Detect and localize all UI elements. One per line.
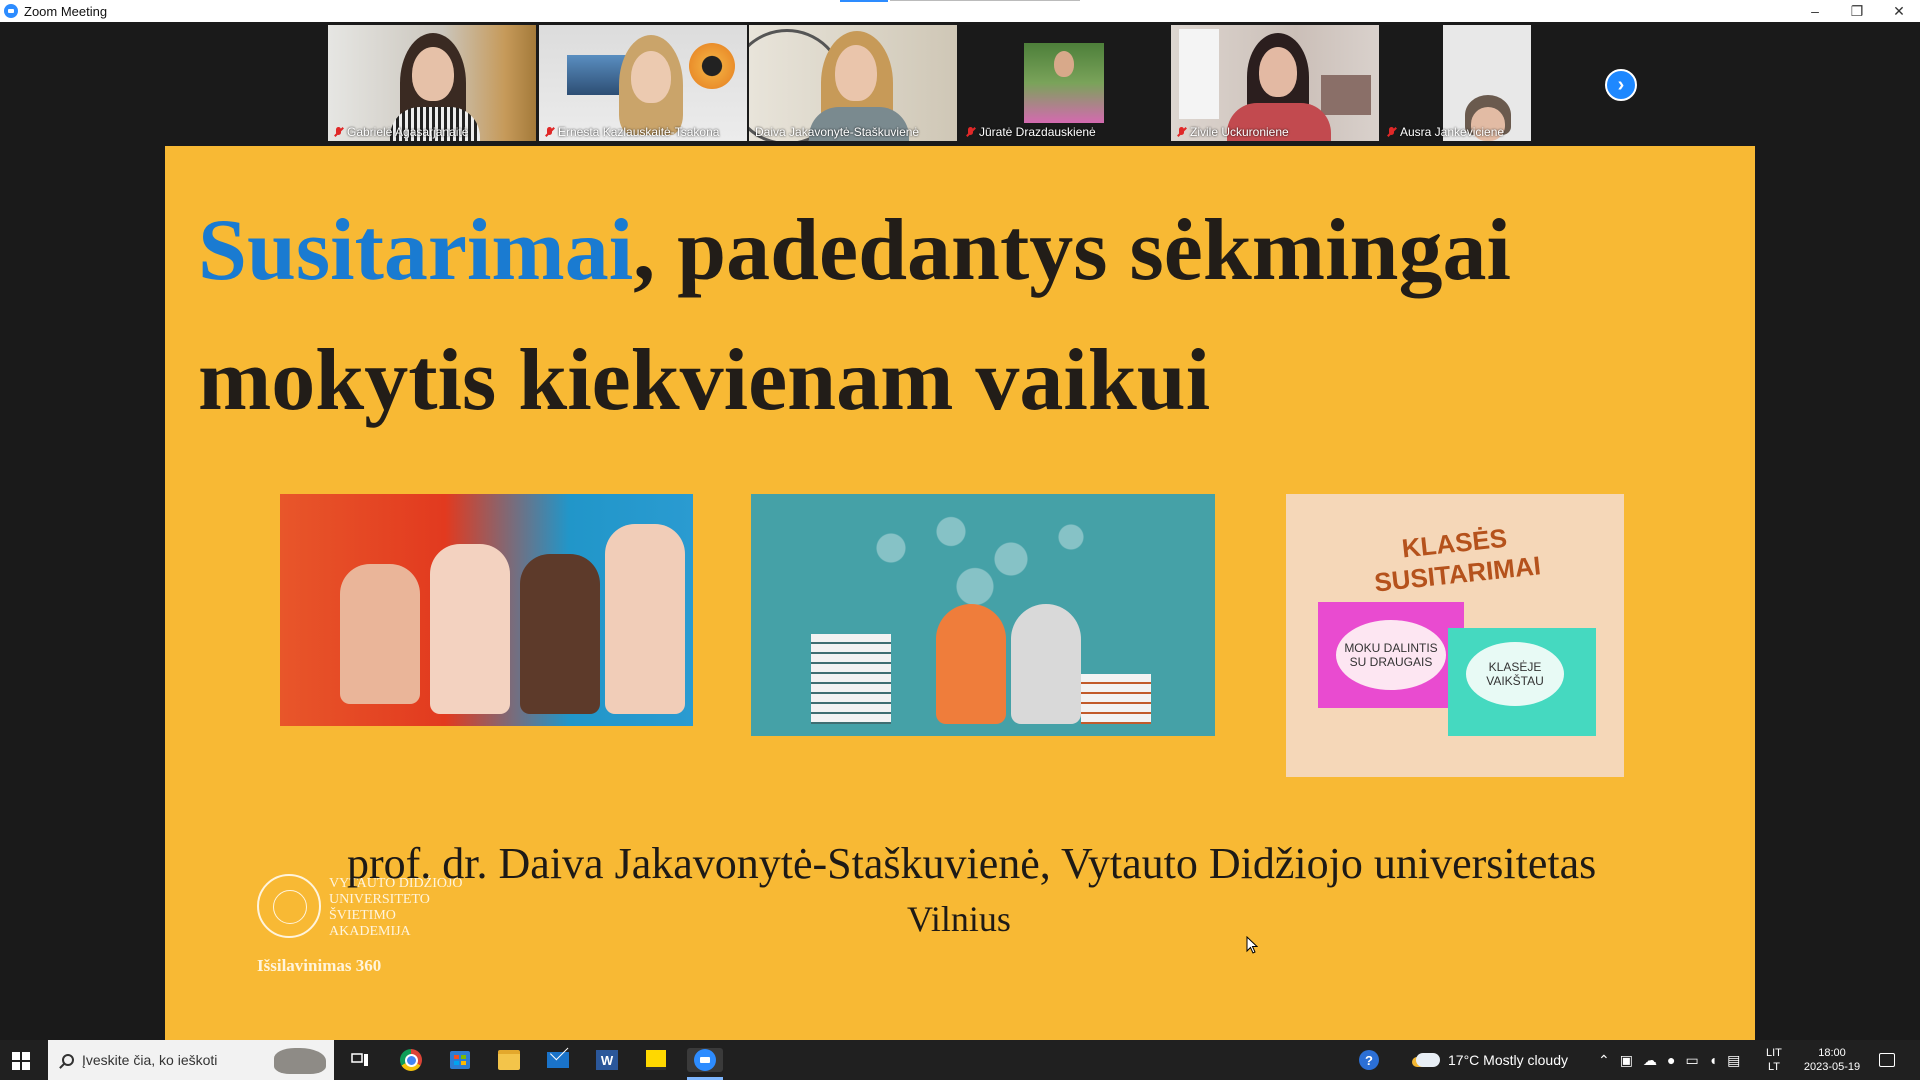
poster-card-text: KLASĖJE VAIKŠTAU [1466,642,1564,706]
help-icon[interactable]: ? [1356,1048,1382,1072]
titlebar-indicator-line [890,0,1080,1]
participant-tile[interactable]: Zivile Uckuroniene [1171,25,1379,141]
poster-card-text: MOKU DALINTIS SU DRAUGAIS [1336,620,1446,690]
language-indicator[interactable]: LIT LT [1766,1046,1782,1074]
thumb-hand [340,564,420,704]
next-participants-arrow-icon[interactable]: › [1605,69,1637,101]
volume-icon[interactable]: ◖ [1709,1052,1717,1068]
room-shelf [1321,75,1371,115]
system-tray-icons[interactable]: ⌃ ▣ ☁ ● ▭ ◖ ▤ [1598,1040,1740,1080]
meet-now-icon[interactable]: ▣ [1620,1052,1633,1069]
weather-text: 17°C Mostly cloudy [1448,1052,1568,1068]
windows-start-icon[interactable] [12,1052,30,1070]
thumb-hand [430,544,510,714]
participant-name: Ausra Jankeviciene [1387,125,1504,139]
participant-tile[interactable]: Ausra Jankeviciene [1381,25,1589,141]
participant-tile[interactable]: Daiva Jakavonytė-Staškuvienė [749,25,957,141]
child-boy [936,604,1006,724]
onedrive-icon[interactable]: ☁ [1643,1052,1657,1069]
thumb-hand [520,554,600,714]
participant-tile[interactable]: Ernesta Kazlauskaitė-Tsakona [539,25,747,141]
class-agreements-poster: KLASĖS SUSITARIMAI MOKU DALINTIS SU DRAU… [1286,494,1624,777]
participant-tile[interactable]: Gabrielė Agasarjanaitė [328,25,536,141]
network-icon[interactable]: ▤ [1727,1052,1740,1069]
room-window [1179,29,1219,119]
muted-mic-icon [1387,126,1396,138]
chevron-up-icon[interactable]: ⌃ [1598,1052,1610,1069]
book-stack [1081,674,1151,724]
wall-decoration [689,43,735,89]
cloud-icon [1416,1053,1440,1067]
book-stack [811,634,891,724]
search-placeholder: Įveskite čia, ko ieškoti [82,1052,218,1068]
participant-name: Daiva Jakavonytė-Staškuvienė [755,125,920,139]
file-explorer-icon[interactable] [496,1048,522,1072]
search-highlight-rhino-icon [274,1048,326,1074]
clock-time: 18:00 [1818,1047,1846,1059]
task-view-icon[interactable] [347,1048,373,1072]
child-girl [1011,604,1081,724]
clock[interactable]: 18:00 2023-05-19 [1800,1046,1864,1074]
participant-face [1259,47,1297,97]
participant-face [1054,51,1074,77]
participant-strip: Gabrielė Agasarjanaitė Ernesta Kazlauska… [0,22,1920,144]
thumbs-up-photo [280,494,693,726]
participant-face [631,51,671,103]
zoom-app-icon [4,4,18,18]
search-icon [62,1054,74,1066]
weather-widget[interactable]: 17°C Mostly cloudy [1416,1040,1568,1080]
microsoft-store-icon[interactable] [447,1048,473,1072]
poster-heading: KLASĖS SUSITARIMAI [1372,522,1543,598]
logo-subtitle: Išsilavinimas 360 [257,956,382,975]
participant-tile[interactable]: Jūratė Drazdauskienė [960,25,1168,141]
poster-card: MOKU DALINTIS SU DRAUGAIS [1318,602,1464,708]
window-title: Zoom Meeting [24,3,108,19]
zoom-taskbar-icon[interactable] [687,1048,723,1072]
chrome-icon[interactable] [398,1048,424,1072]
mail-icon[interactable] [545,1041,571,1072]
participant-name: Ernesta Kazlauskaitė-Tsakona [545,125,719,139]
floating-icons [831,504,1131,614]
participant-name: Gabrielė Agasarjanaitė [334,125,468,139]
participant-name: Jūratė Drazdauskienė [966,125,1096,139]
close-button[interactable]: ✕ [1878,0,1920,22]
taskbar-search-box[interactable]: Įveskite čia, ko ieškoti [48,1040,334,1080]
poster-card: KLASĖJE VAIKŠTAU [1448,628,1596,736]
restore-button[interactable]: ❐ [1836,0,1878,22]
muted-mic-icon [334,126,343,138]
notifications-icon[interactable] [1874,1048,1900,1072]
slide-title-accent: Susitarimai [198,202,634,299]
sticky-notes-icon[interactable] [643,1048,669,1072]
microphone-icon[interactable]: ● [1667,1052,1675,1068]
minimize-button[interactable]: – [1794,0,1836,22]
participant-face [835,45,877,101]
muted-mic-icon [966,126,975,138]
participant-name: Zivile Uckuroniene [1177,125,1289,139]
window-titlebar: Zoom Meeting – ❐ ✕ [0,0,1920,22]
battery-icon[interactable]: ▭ [1685,1052,1698,1069]
windows-taskbar: Įveskite čia, ko ieškoti W ? 17°C Mostly… [0,1040,1920,1080]
university-seal-icon [257,874,321,938]
reading-kids-illustration [751,494,1215,736]
shared-slide: Susitarimai, padedantys sėkmingai mokyti… [165,146,1755,1040]
slide-author: prof. dr. Daiva Jakavonytė-Staškuvienė, … [347,839,1597,888]
titlebar-indicator [840,0,888,2]
thumb-hand [605,524,685,714]
participant-face [412,47,454,101]
clock-date: 2023-05-19 [1803,1061,1861,1073]
muted-mic-icon [545,126,554,138]
word-icon[interactable]: W [594,1048,620,1072]
muted-mic-icon [1177,126,1186,138]
slide-title: Susitarimai, padedantys sėkmingai mokyti… [198,186,1738,446]
slide-city: Vilnius [907,899,1011,939]
mouse-cursor-icon [1246,936,1258,954]
